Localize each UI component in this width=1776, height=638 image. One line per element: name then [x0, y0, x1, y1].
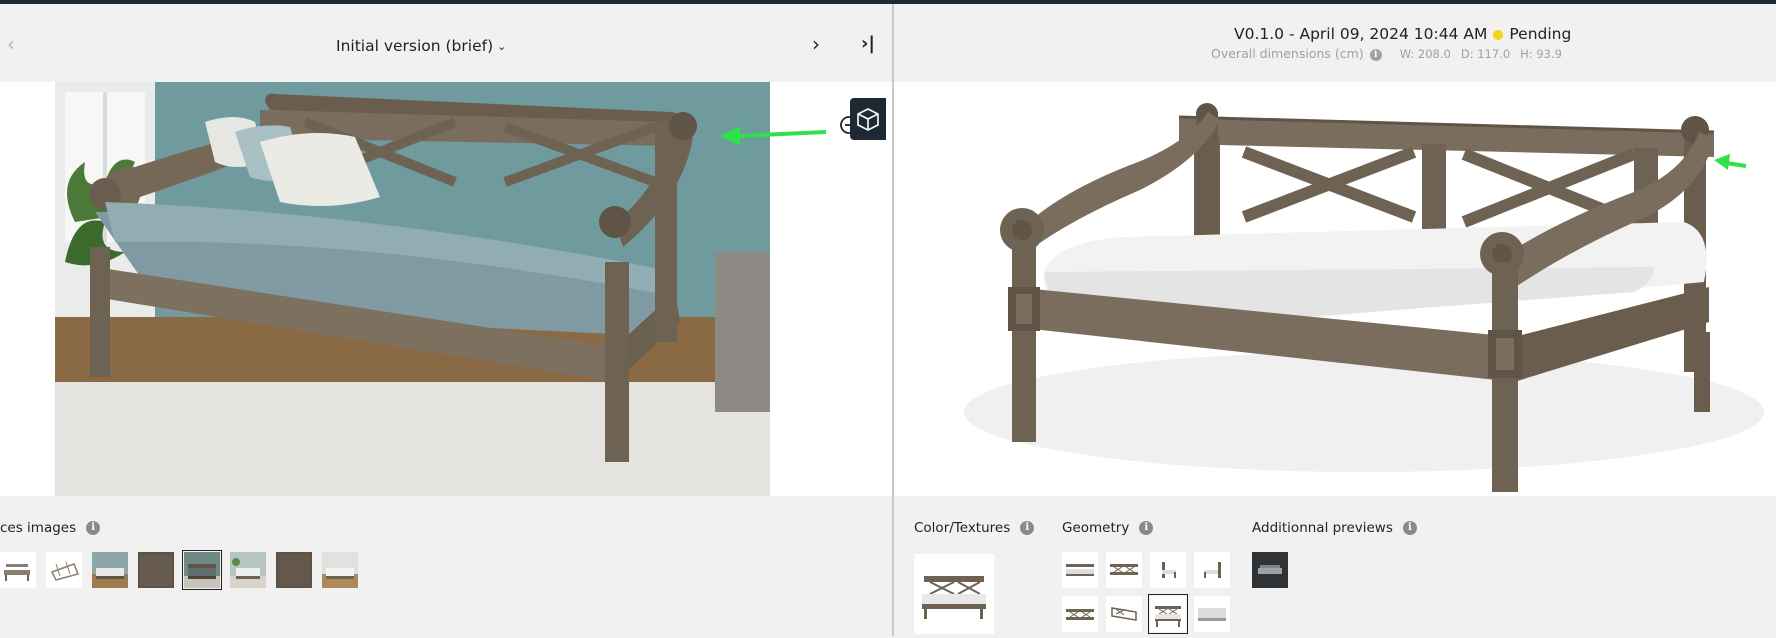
color-texture-thumbnail[interactable]: [914, 554, 994, 634]
model-render: [894, 82, 1776, 496]
reference-thumbnail[interactable]: [92, 552, 128, 588]
status-badge: Pending: [1509, 25, 1572, 43]
geometry-thumbnail-selected[interactable]: [1148, 594, 1188, 634]
status-dot: [1493, 29, 1504, 40]
reference-photo: [55, 82, 770, 496]
geometry-thumbnail[interactable]: [1106, 596, 1142, 632]
model-pane: V0.1.0 - April 09, 2024 10:44 AM Pending …: [894, 4, 1776, 636]
previous-button[interactable]: ‹: [2, 32, 20, 56]
info-icon[interactable]: i: [1020, 521, 1035, 535]
reference-thumbnail[interactable]: [276, 552, 312, 588]
skip-end-icon: ›|: [861, 33, 875, 54]
version-dropdown[interactable]: Initial version (brief) ⌄: [336, 34, 506, 58]
last-button[interactable]: ›|: [856, 32, 880, 56]
info-icon[interactable]: i: [1402, 521, 1417, 535]
cube-icon: [857, 108, 879, 131]
info-icon[interactable]: i: [86, 521, 101, 535]
reference-thumbnail[interactable]: [322, 552, 358, 588]
geometry-thumbnail[interactable]: [1062, 596, 1098, 632]
dimension-height: H: 93.9: [1520, 47, 1562, 61]
model-viewer[interactable]: [894, 82, 1776, 496]
info-icon[interactable]: i: [1369, 48, 1382, 61]
chevron-down-icon: ⌄: [497, 39, 507, 53]
color-textures-label: Color/Textures i: [914, 520, 1035, 536]
chevron-left-icon: ‹: [7, 32, 15, 56]
arrow-annotation-icon: [1714, 154, 1747, 170]
arrow-annotation-icon: [720, 126, 827, 146]
chevron-right-icon: ›: [812, 32, 820, 56]
version-info: V0.1.0 - April 09, 2024 10:44 AM: [1234, 25, 1488, 43]
version-label: Initial version (brief): [336, 37, 494, 55]
geometry-thumbnail[interactable]: [1194, 552, 1230, 588]
additional-preview-thumbnail[interactable]: [1252, 552, 1288, 588]
reference-thumbnail[interactable]: [0, 552, 36, 588]
geometry-label: Geometry i: [1062, 520, 1154, 536]
next-button[interactable]: ›: [806, 32, 826, 56]
reference-thumbnail-selected[interactable]: [182, 550, 222, 590]
geometry-thumbnail[interactable]: [1062, 552, 1098, 588]
version-header: V0.1.0 - April 09, 2024 10:44 AM Pending: [1234, 25, 1571, 43]
reference-thumbnail[interactable]: [230, 552, 266, 588]
reference-pane: ‹ Initial version (brief) ⌄ › ›| ces ima…: [0, 4, 892, 636]
geometry-thumbnail[interactable]: [1106, 552, 1142, 588]
reference-image-viewer: [0, 82, 892, 496]
dimension-width: W: 208.0: [1399, 47, 1451, 61]
geometry-thumbnail[interactable]: [1150, 552, 1186, 588]
overall-dimensions: Overall dimensions (cm) i W: 208.0 D: 117.0…: [1211, 46, 1562, 61]
reference-thumbnail[interactable]: [46, 552, 82, 588]
dimension-depth: D: 117.0: [1460, 47, 1511, 61]
reference-thumbnail[interactable]: [138, 552, 174, 588]
references-images-label: ces images i: [0, 520, 101, 536]
geometry-thumbnail[interactable]: [1194, 596, 1230, 632]
additional-previews-label: Additionnal previews i: [1252, 520, 1417, 536]
3d-view-button[interactable]: [850, 98, 886, 140]
info-icon[interactable]: i: [1139, 521, 1154, 535]
